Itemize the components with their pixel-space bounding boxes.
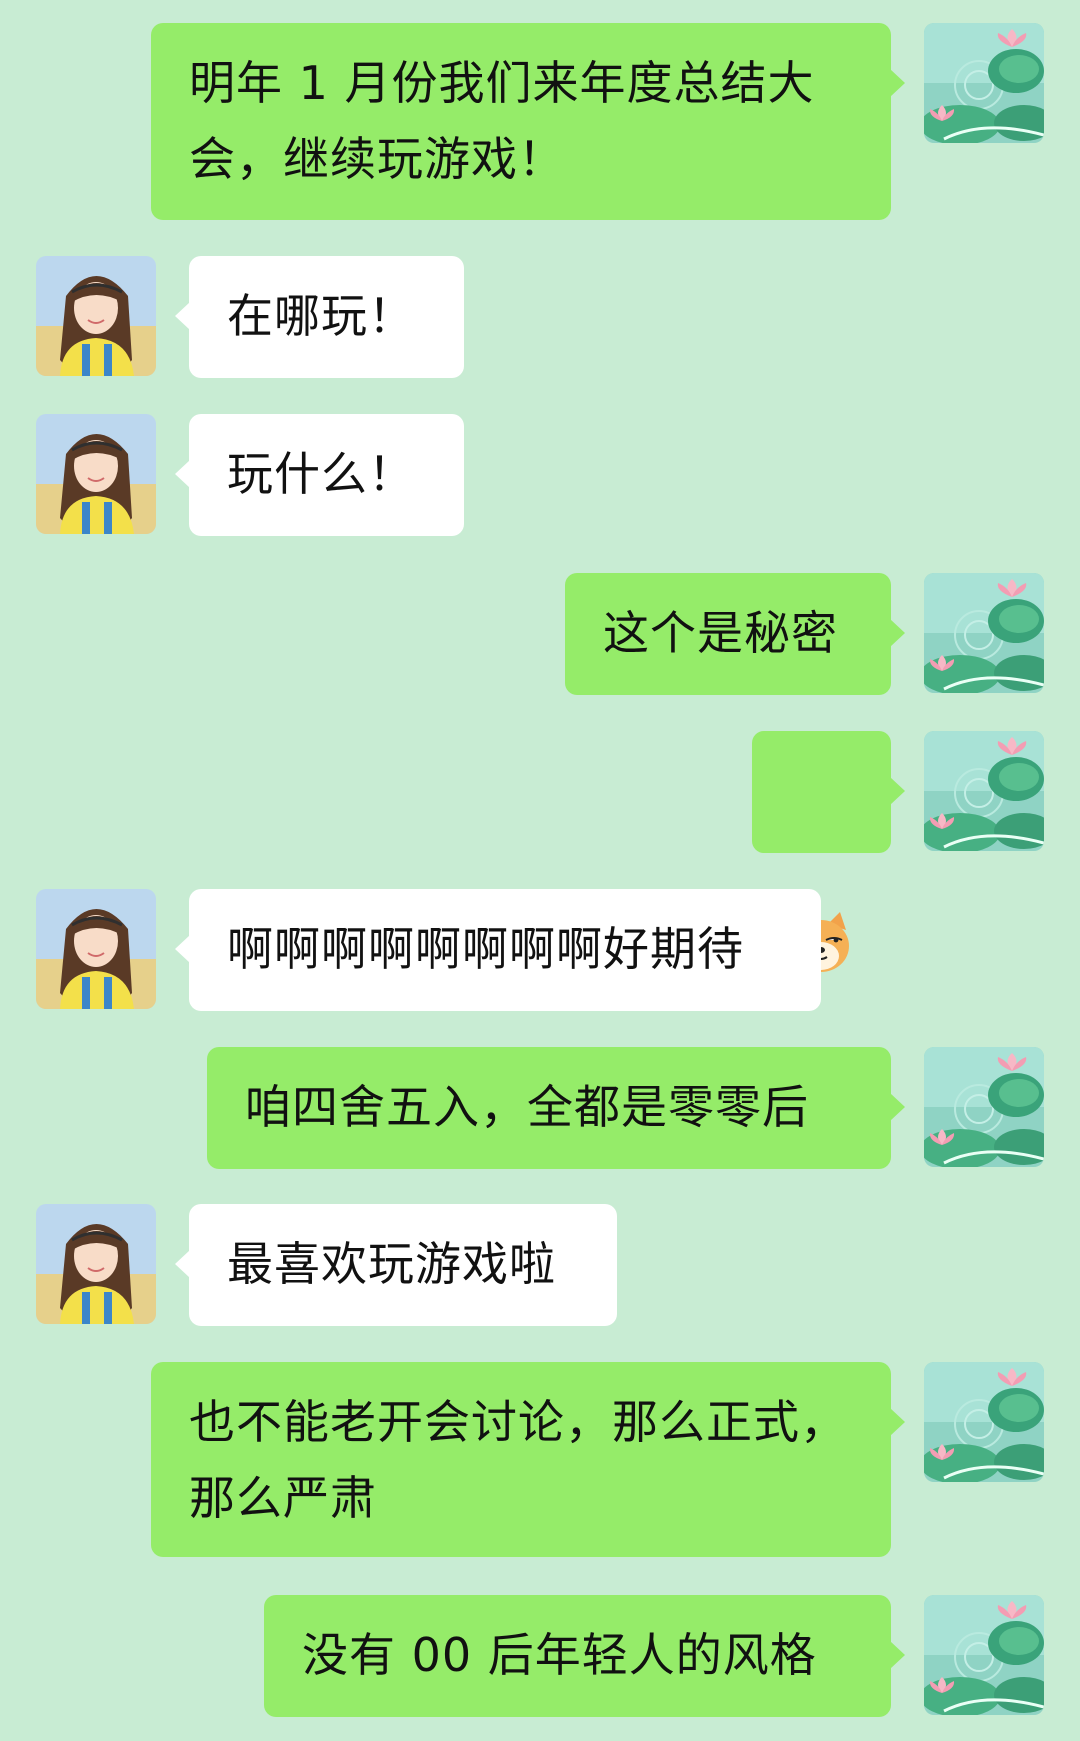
girl-portrait-avatar-icon[interactable] [36, 414, 156, 534]
message-bubble[interactable]: 明年 1 月份我们来年度总结大 会，继续玩游戏！ [151, 23, 905, 220]
message-bubble[interactable]: 玩什么！ [175, 414, 464, 536]
lotus-pond-avatar-icon[interactable] [924, 1362, 1044, 1482]
message-bubble[interactable]: 最喜欢玩游戏啦 [175, 1204, 617, 1326]
lotus-pond-avatar-icon[interactable] [924, 23, 1044, 143]
message-bubble[interactable]: 啊啊啊啊啊啊啊啊好期待 [175, 889, 821, 1011]
lotus-pond-avatar-icon[interactable] [924, 1595, 1044, 1715]
message-bubble[interactable] [752, 731, 905, 972]
message-bubble[interactable]: 也不能老开会讨论，那么正式， 那么严肃 [151, 1362, 905, 1557]
girl-portrait-avatar-icon[interactable] [36, 256, 156, 376]
lotus-pond-avatar-icon[interactable] [924, 731, 1044, 851]
girl-portrait-avatar-icon[interactable] [36, 1204, 156, 1324]
chat-area[interactable]: 明年 1 月份我们来年度总结大 会，继续玩游戏！ 在哪玩！ 玩什么！ 这个是秘密 [0, 0, 1080, 1741]
message-bubble[interactable]: 咱四舍五入，全都是零零后 [207, 1047, 905, 1169]
lotus-pond-avatar-icon[interactable] [924, 573, 1044, 693]
lotus-pond-avatar-icon[interactable] [924, 1047, 1044, 1167]
message-bubble[interactable]: 没有 00 后年轻人的风格 [264, 1595, 905, 1717]
message-bubble[interactable]: 在哪玩！ [175, 256, 464, 378]
girl-portrait-avatar-icon[interactable] [36, 889, 156, 1009]
message-bubble[interactable]: 这个是秘密 [565, 573, 905, 695]
